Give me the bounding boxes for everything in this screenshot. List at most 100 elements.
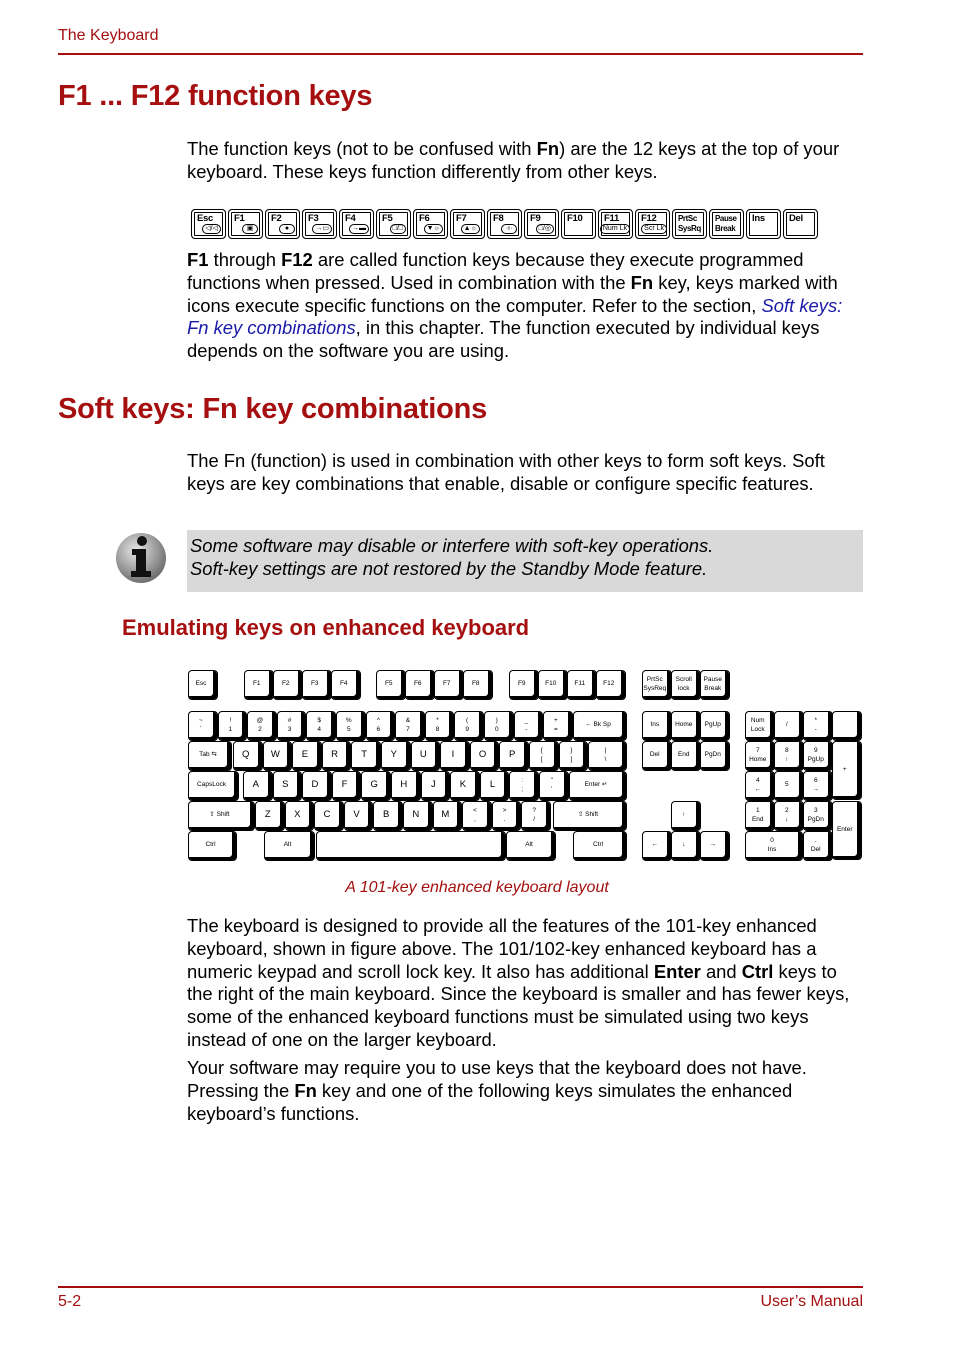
key-legend: J: [430, 779, 436, 790]
key-label: F1: [234, 213, 245, 224]
figure-caption: A 101-key enhanced keyboard layout: [345, 879, 609, 896]
soft-keys-intro: The Fn (function) is used in combination…: [187, 450, 825, 494]
key-legend: F5: [384, 680, 393, 687]
key-label: 1 End: [746, 802, 770, 827]
key-label: F12: [597, 671, 621, 696]
keyboard-key-q: Q: [233, 741, 263, 771]
key-legend: ": [550, 776, 553, 784]
keyboard-key-3-pgdn: 3 PgDn: [803, 801, 833, 831]
key-label: T: [352, 742, 376, 767]
function-keys-description: F1 through F12 are called function keys …: [187, 249, 843, 362]
key-label: V: [345, 802, 369, 827]
key-label: ) 0: [485, 712, 509, 737]
key-label: [833, 712, 857, 737]
keyboard-key-enter: Enter ↵: [569, 771, 627, 801]
key-legend: -: [525, 725, 528, 733]
key-legend: E: [301, 749, 309, 760]
keyboard-key-9-pgup: 9 PgUp: [803, 741, 833, 771]
key-legend: /: [533, 815, 536, 823]
key-legend: +: [842, 765, 847, 773]
keyboard-key-tab: Tab ⇆: [188, 741, 232, 771]
key-label: I: [441, 742, 465, 767]
fkey-f4: F4 →▬: [339, 209, 374, 239]
key-legend: D: [311, 779, 319, 790]
key-label: Ctrl: [574, 832, 622, 857]
keyboard-key-ins: Ins: [642, 711, 672, 741]
key-legend: C: [323, 809, 331, 820]
fkey-f9: F9 □/◎: [524, 209, 559, 239]
key-legend: M: [441, 809, 450, 820]
key-legend: ↓: [682, 841, 686, 848]
key-legend: X: [294, 809, 301, 820]
key-label: F3: [303, 671, 327, 696]
key-legend: *: [436, 716, 439, 724]
key-label: G: [362, 772, 386, 797]
key-label: #3: [278, 712, 302, 737]
key-label: Num Lock: [746, 712, 770, 737]
key-legend: Break: [704, 684, 722, 692]
key-label: * -: [804, 712, 828, 737]
key-label: →: [701, 832, 725, 857]
key-label: N: [404, 802, 428, 827]
key-legend: ]: [570, 755, 573, 763]
key-label: Ins: [643, 712, 667, 737]
key-label: 9 PgUp: [804, 742, 828, 767]
key-label: 8 ↑: [775, 742, 799, 767]
keyboard-key-f10: F10: [538, 670, 568, 700]
key-label: CapsLock: [189, 772, 234, 797]
keyboard-key-c: C: [314, 801, 344, 831]
key-legend: ↑: [785, 755, 789, 763]
key-legend: 4: [755, 776, 760, 784]
keyboard-key-7-home: 7 Home: [745, 741, 775, 771]
key-legend: ⇧ Shift: [577, 811, 599, 818]
lock-icon: ▣: [242, 224, 258, 234]
keyboard-key-: {[: [529, 741, 559, 771]
key-legend: ;: [521, 785, 524, 793]
key-label: U: [412, 742, 436, 767]
key-label: ↓: [672, 832, 696, 857]
key-label: PrtSc SysReq: [643, 671, 667, 696]
key-label: " ': [540, 772, 564, 797]
key-label: 5: [775, 772, 799, 797]
key-label: X: [286, 802, 310, 827]
keyboard-key-f9: F9: [509, 670, 539, 700]
keyboard-key-ctrl: Ctrl: [573, 831, 627, 861]
key-legend: I: [451, 749, 455, 760]
key-legend: #: [287, 716, 292, 724]
keyboard-key-del: . Del: [803, 831, 833, 861]
keyboard-key-9: (9: [454, 711, 484, 741]
key-legend: lock: [677, 684, 690, 692]
key-legend: End: [751, 815, 764, 823]
key-legend: Num: [750, 716, 765, 724]
note-box: Some software may disable or interfere w…: [187, 530, 863, 592]
key-label: F4: [345, 213, 356, 224]
key-legend: ~: [198, 716, 203, 724]
key-label: Del: [789, 213, 803, 224]
key-legend: F2: [281, 680, 290, 687]
key-legend: F8: [471, 680, 480, 687]
note-line-1: Some software may disable or interfere w…: [190, 535, 714, 556]
key-label: ? /: [522, 802, 546, 827]
key-label: ↑: [672, 802, 696, 827]
power-plan-icon: ●: [279, 224, 295, 234]
key-legend: *: [814, 716, 818, 724]
key-sublabel: Scr Lk: [641, 224, 667, 234]
keyboard-key-blank: [832, 711, 862, 741]
keyboard-key-6: 6 →: [803, 771, 833, 801]
keyboard-key-: /: [774, 711, 804, 741]
key-legend: CapsLock: [197, 781, 226, 788]
function-key-strip-figure: Esc ◁/◁ F1 ▣ F2 ● F3 →▭ F4 →▬ F5 □/□ F6 ▼☼ F7 ▲☼ F8 ·ı· F9…: [191, 209, 818, 241]
key-legend: Ins: [650, 721, 660, 728]
key-legend: Q: [242, 749, 250, 760]
key-legend: F9: [517, 680, 526, 687]
keyboard-key-i: I: [440, 741, 470, 771]
keyboard-key-alt: Alt: [506, 831, 556, 861]
key-label: 6 →: [804, 772, 828, 797]
key-label: PgDn: [701, 742, 725, 767]
fkey-f3: F3 →▭: [302, 209, 337, 239]
keyboard-key-pause-break: Pause Break: [700, 670, 730, 700]
key-legend: F11: [574, 680, 586, 687]
key-legend: R: [331, 749, 338, 760]
key-legend: F4: [339, 680, 348, 687]
key-legend: /: [785, 721, 788, 728]
